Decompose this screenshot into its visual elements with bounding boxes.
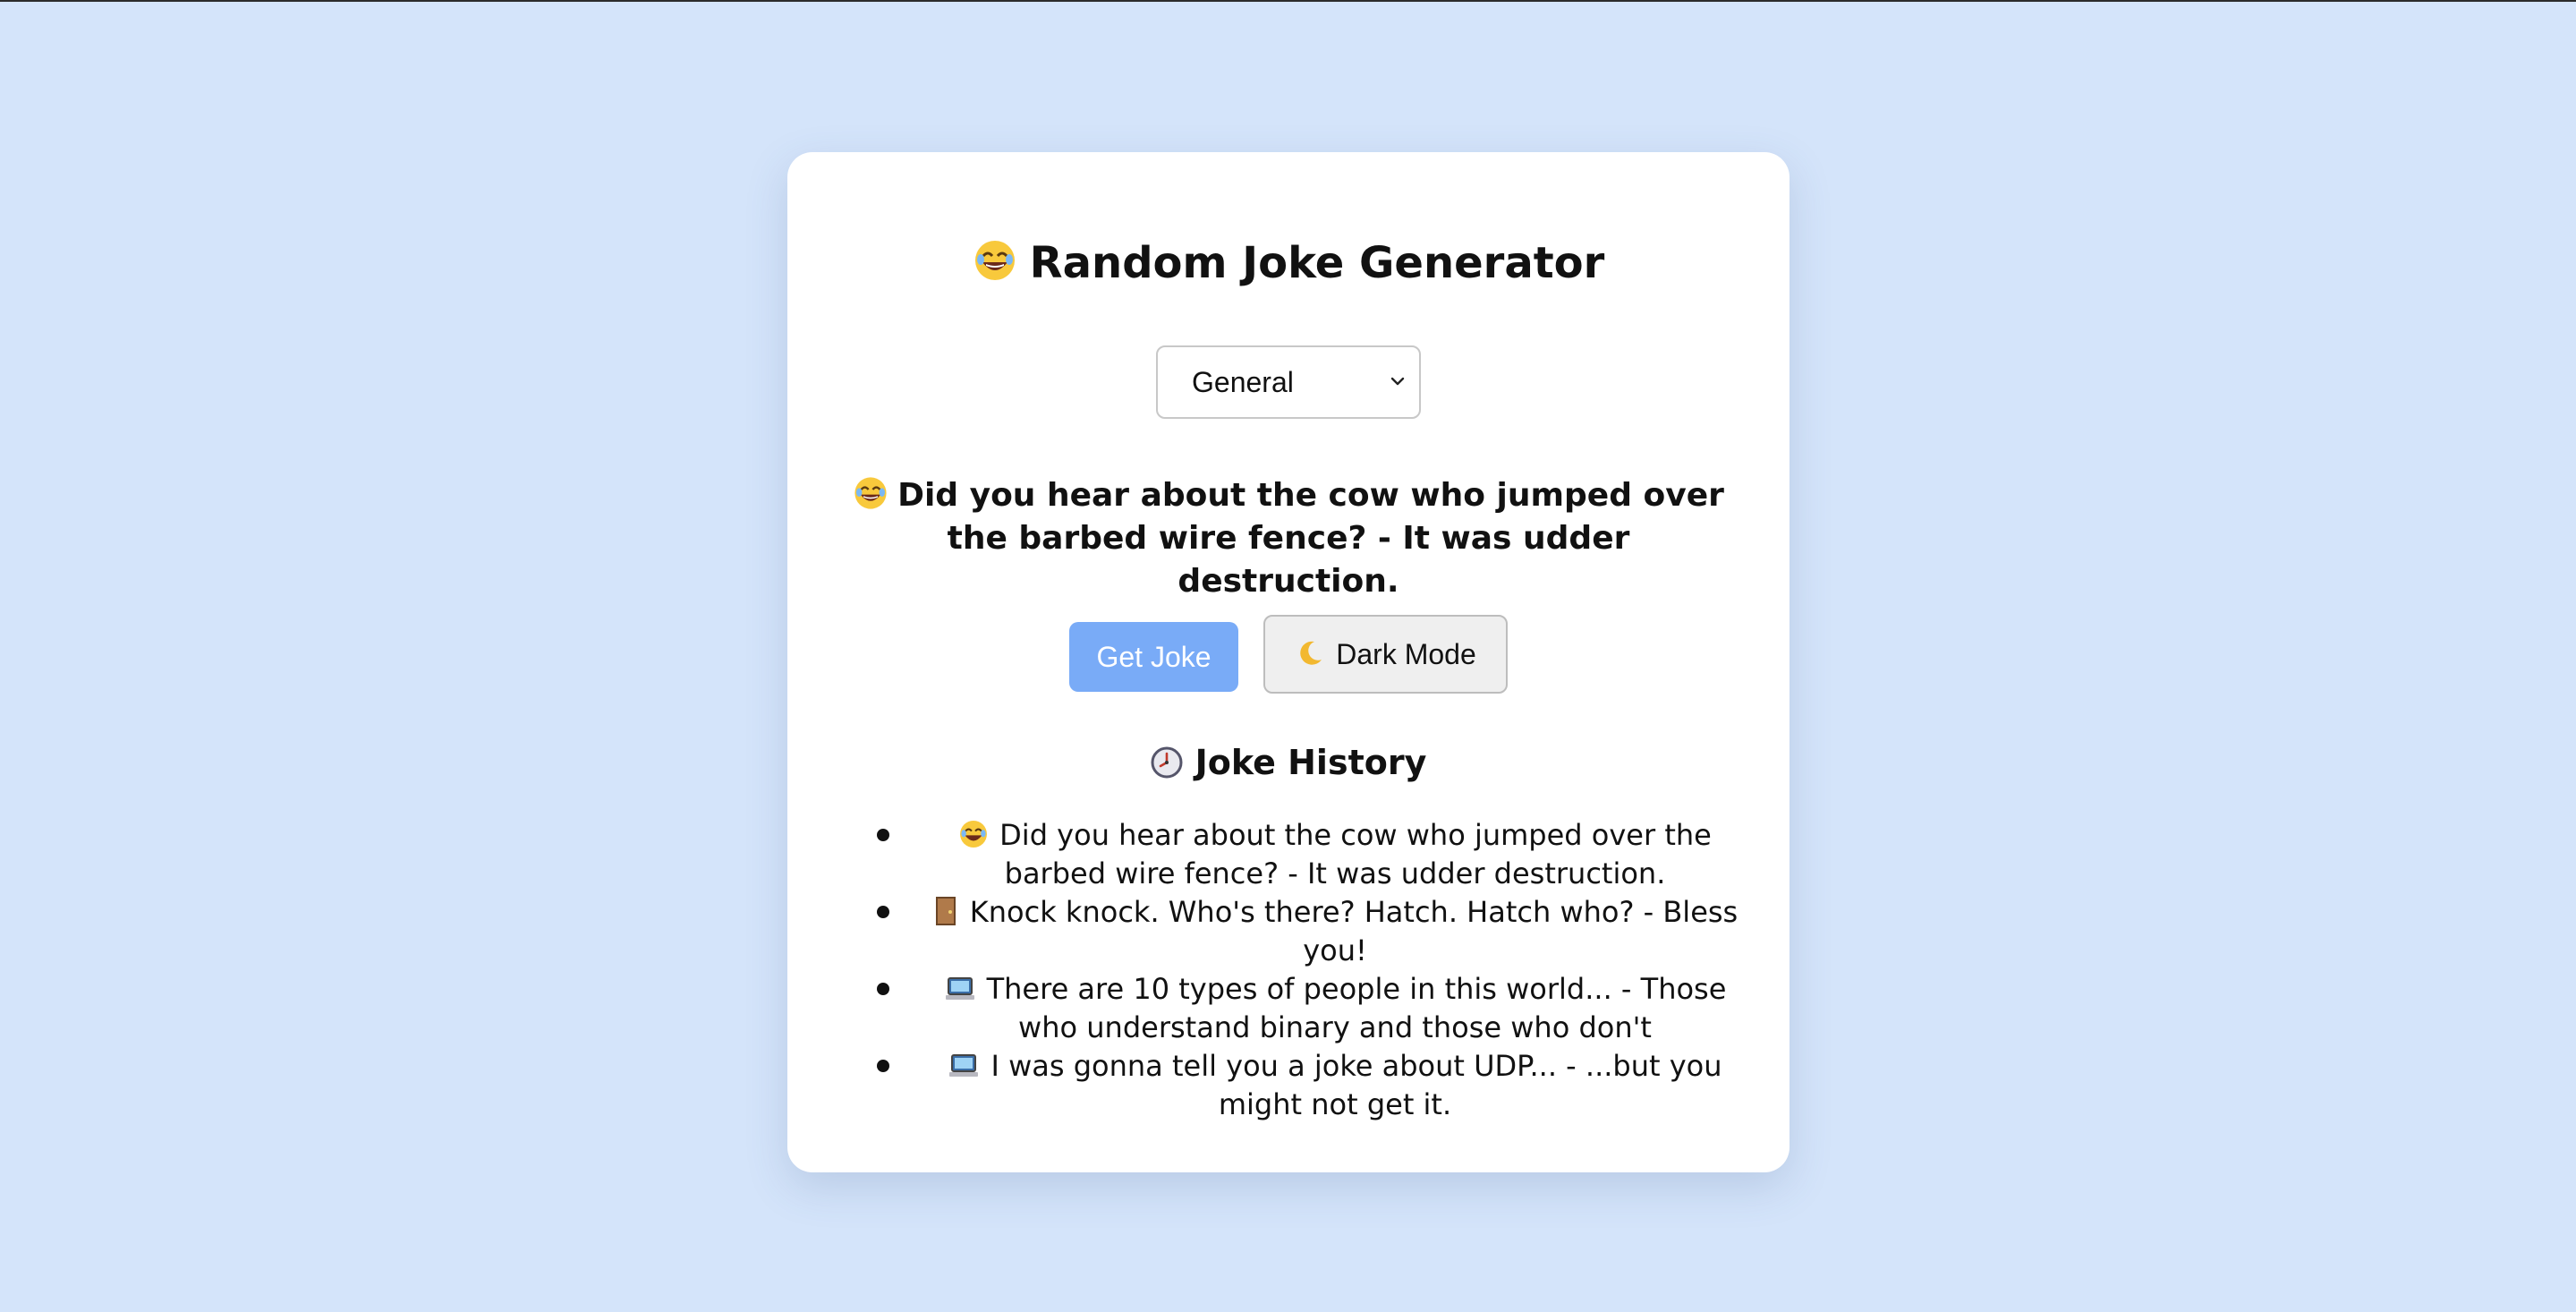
history-item-text: Did you hear about the cow who jumped ov…	[999, 818, 1712, 890]
joke-card: Random Joke Generator General Did you he…	[787, 152, 1790, 1172]
bullet	[877, 829, 889, 841]
history-item: Did you hear about the cow who jumped ov…	[877, 816, 1739, 893]
laptop-icon	[945, 977, 974, 1000]
crescent-moon-icon	[1300, 641, 1322, 665]
chevron-down-icon	[1390, 377, 1405, 386]
laptop-icon	[949, 1054, 979, 1077]
history-item: Knock knock. Who's there? Hatch. Hatch w…	[877, 893, 1739, 970]
current-joke-text: Did you hear about the cow who jumped ov…	[897, 477, 1724, 600]
get-joke-button[interactable]: Get Joke	[1069, 622, 1238, 692]
laughing-face-icon	[960, 821, 988, 848]
dark-mode-label: Dark Mode	[1336, 638, 1476, 670]
door-icon	[935, 897, 956, 925]
laughing-face-icon	[974, 241, 1015, 280]
page-title-text: Random Joke Generator	[1029, 238, 1605, 288]
bullet	[877, 983, 889, 995]
history-title-text: Joke History	[1194, 743, 1427, 782]
laughing-face-icon	[854, 477, 887, 509]
history-item: There are 10 types of people in this wor…	[877, 970, 1739, 1047]
category-select-value: General	[1192, 366, 1294, 398]
history-item: I was gonna tell you a joke about UDP...…	[877, 1047, 1739, 1124]
bullet	[877, 906, 889, 918]
page-title: Random Joke Generator	[787, 238, 1790, 290]
history-item-text: There are 10 types of people in this wor…	[986, 972, 1727, 1044]
bullet	[877, 1060, 889, 1072]
history-item-text: Knock knock. Who's there? Hatch. Hatch w…	[969, 895, 1739, 967]
history-title: Joke History	[787, 743, 1790, 784]
clock-icon	[1151, 746, 1183, 779]
history-item-text: I was gonna tell you a joke about UDP...…	[990, 1049, 1722, 1121]
current-joke: Did you hear about the cow who jumped ov…	[837, 474, 1739, 603]
dark-mode-button[interactable]: Dark Mode	[1263, 615, 1508, 694]
history-list: Did you hear about the cow who jumped ov…	[877, 816, 1739, 1124]
category-select[interactable]: General	[1156, 345, 1421, 419]
